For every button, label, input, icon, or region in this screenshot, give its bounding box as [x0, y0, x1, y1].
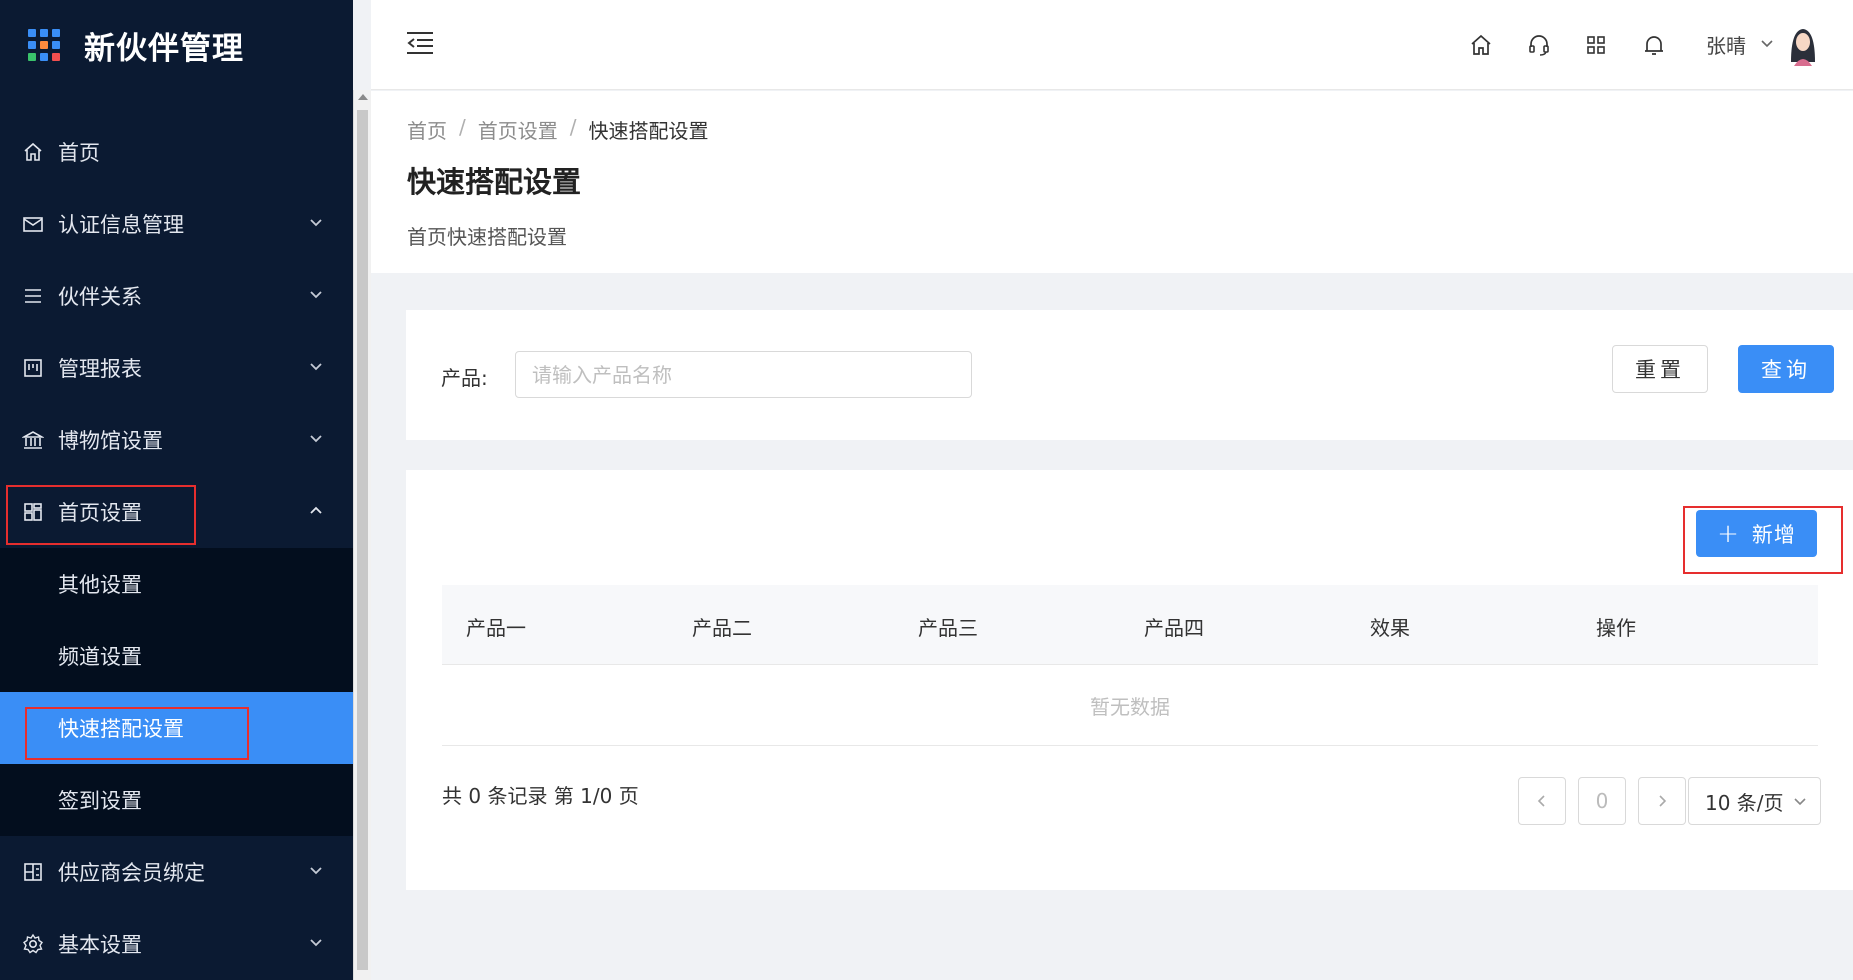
reset-button[interactable]: 重置	[1612, 345, 1708, 393]
sidebar-scrollbar[interactable]	[353, 90, 371, 980]
sidebar-subitem-label: 其他设置	[58, 573, 142, 597]
list-icon	[22, 285, 44, 307]
next-page-button[interactable]	[1638, 777, 1686, 825]
breadcrumb-separator: /	[569, 115, 577, 139]
top-header: 张晴	[371, 0, 1853, 90]
sidebar-item-partners[interactable]: 伙伴关系	[0, 260, 353, 332]
search-panel: 产品: 重置 查询	[406, 310, 1853, 440]
sidebar-subitem-checkin-settings[interactable]: 签到设置	[0, 764, 353, 836]
sidebar-item-label: 认证信息管理	[58, 213, 184, 237]
mail-icon	[22, 213, 44, 235]
sidebar-item-label: 管理报表	[58, 357, 142, 381]
sidebar-item-label: 基本设置	[58, 933, 142, 957]
sidebar-item-label: 供应商会员绑定	[58, 861, 205, 885]
page-header: 首页 / 首页设置 / 快速搭配设置 快速搭配设置 首页快速搭配设置	[371, 91, 1853, 273]
sidebar-item-supplier-binding[interactable]: 供应商会员绑定	[0, 836, 353, 908]
home-icon	[22, 141, 44, 163]
chevron-down-icon	[1794, 798, 1806, 806]
apps-icon[interactable]	[1583, 32, 1609, 58]
sidebar-subitem-label: 快速搭配设置	[58, 717, 184, 741]
chevron-down-icon	[310, 291, 322, 299]
sidebar-menu: 首页 认证信息管理 伙伴关系 管理报表 博物馆设置 首页设置 其他设置 频道设置…	[0, 116, 353, 980]
product-label: 产品:	[441, 366, 488, 390]
pagination-summary: 共 0 条记录 第 1/0 页	[442, 784, 639, 808]
sidebar-subitem-label: 频道设置	[58, 645, 142, 669]
breadcrumb-current: 快速搭配设置	[588, 119, 709, 143]
query-button[interactable]: 查询	[1738, 345, 1834, 393]
sidebar-item-basic-settings[interactable]: 基本设置	[0, 908, 353, 980]
plus-icon: +	[1717, 518, 1740, 549]
homepage-settings-submenu: 其他设置 频道设置 快速搭配设置 签到设置	[0, 548, 353, 836]
home-icon[interactable]	[1468, 32, 1494, 58]
sidebar-item-homepage-settings[interactable]: 首页设置	[0, 476, 353, 548]
page-size-select[interactable]: 10 条/页	[1688, 777, 1821, 825]
report-icon	[22, 357, 44, 379]
chevron-down-icon	[310, 867, 322, 875]
user-name[interactable]: 张晴	[1706, 30, 1746, 59]
museum-icon	[22, 429, 44, 451]
layout-icon	[22, 501, 44, 523]
chevron-down-icon	[310, 219, 322, 227]
page-title: 快速搭配设置	[407, 165, 582, 199]
table-empty-state: 暂无数据	[442, 666, 1818, 746]
add-button-label: 新增	[1751, 522, 1796, 547]
scrollbar-thumb[interactable]	[357, 110, 368, 970]
sidebar-subitem-label: 签到设置	[58, 789, 142, 813]
page-size-value: 10 条/页	[1705, 790, 1784, 815]
headset-icon[interactable]	[1526, 32, 1552, 58]
table-panel: + 新增 产品一 产品二 产品三 产品四 效果 操作 暂无数据 共 0 条记录 …	[406, 470, 1853, 890]
sidebar-item-label: 首页	[58, 141, 100, 165]
binding-icon	[22, 861, 44, 883]
page-description: 首页快速搭配设置	[407, 225, 567, 249]
chevron-down-icon[interactable]	[1759, 36, 1775, 52]
add-button[interactable]: + 新增	[1696, 510, 1817, 557]
apps-logo-icon	[28, 29, 60, 61]
breadcrumb-item[interactable]: 首页设置	[478, 115, 558, 144]
breadcrumb-item[interactable]: 首页	[407, 115, 447, 144]
sidebar-item-label: 首页设置	[58, 501, 142, 525]
app-title: 新伙伴管理	[84, 30, 244, 67]
sidebar-item-museum[interactable]: 博物馆设置	[0, 404, 353, 476]
table-header: 产品一 产品二 产品三 产品四 效果 操作	[442, 585, 1818, 665]
logo: 新伙伴管理	[0, 0, 353, 90]
chevron-down-icon	[310, 939, 322, 947]
scroll-up-arrow-icon[interactable]	[358, 94, 368, 100]
sidebar-subitem-channel-settings[interactable]: 频道设置	[0, 620, 353, 692]
breadcrumb-separator: /	[459, 115, 466, 139]
chevron-down-icon	[310, 363, 322, 371]
gear-icon	[22, 933, 44, 955]
product-search-input[interactable]	[515, 351, 972, 398]
chevron-right-icon	[1659, 795, 1667, 807]
sidebar-item-label: 博物馆设置	[58, 429, 163, 453]
column-header: 产品一	[466, 616, 526, 640]
breadcrumb: 首页 / 首页设置 / 快速搭配设置	[407, 115, 709, 144]
chevron-down-icon	[310, 435, 322, 443]
chevron-up-icon	[310, 506, 322, 514]
sidebar-item-certification[interactable]: 认证信息管理	[0, 188, 353, 260]
sidebar-item-label: 伙伴关系	[58, 285, 142, 309]
avatar[interactable]	[1781, 22, 1825, 66]
sidebar-item-home[interactable]: 首页	[0, 116, 353, 188]
bell-icon[interactable]	[1641, 32, 1667, 58]
column-header: 效果	[1370, 616, 1410, 640]
column-header: 产品三	[918, 616, 978, 640]
column-header: 产品四	[1144, 616, 1204, 640]
prev-page-button[interactable]	[1518, 777, 1566, 825]
column-header: 产品二	[692, 616, 752, 640]
sidebar-subitem-quick-match-settings[interactable]: 快速搭配设置	[0, 692, 353, 764]
sidebar: 新伙伴管理 首页 认证信息管理 伙伴关系 管理报表 博物馆设置 首页设置 其他设…	[0, 0, 353, 980]
sidebar-subitem-other-settings[interactable]: 其他设置	[0, 548, 353, 620]
column-header: 操作	[1596, 616, 1636, 640]
page-number-button[interactable]: 0	[1578, 777, 1626, 825]
chevron-left-icon	[1537, 795, 1545, 807]
menu-collapse-icon[interactable]	[405, 30, 435, 56]
sidebar-item-reports[interactable]: 管理报表	[0, 332, 353, 404]
